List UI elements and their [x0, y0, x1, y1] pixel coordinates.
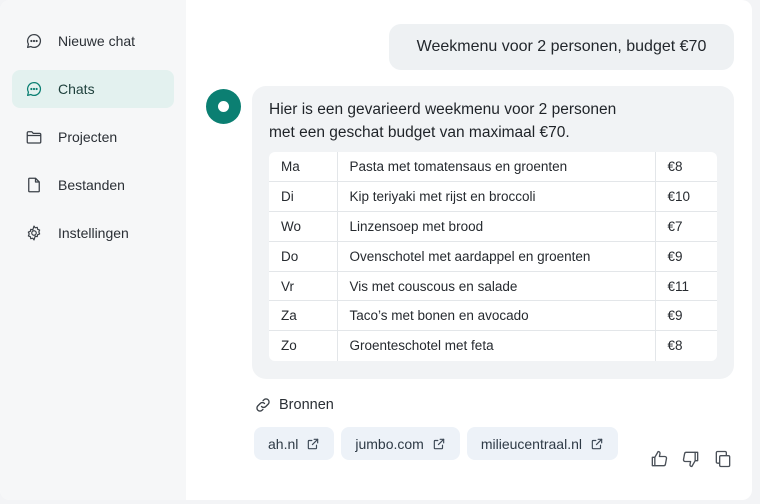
weekmenu-table: Ma Pasta met tomatensaus en groenten €8 … — [269, 152, 717, 361]
avatar-dot — [218, 101, 229, 112]
source-link-ah[interactable]: ah.nl — [254, 427, 335, 460]
gear-icon — [27, 225, 41, 241]
source-link-label: milieucentraal.nl — [480, 435, 582, 452]
meal-cell: Taco’s met bonen en avocado — [337, 300, 656, 332]
sidebar-item-chats[interactable]: Chats — [12, 70, 174, 108]
price-cell: €10 — [655, 181, 717, 213]
sources-title: Bronnen — [279, 397, 334, 413]
day-cell: Zo — [269, 330, 338, 361]
table-row: Wo Linzensoep met brood €7 — [269, 211, 717, 242]
price-cell: €11 — [655, 271, 717, 302]
table-row: Ma Pasta met tomatensaus en groenten €8 — [269, 152, 717, 183]
link-icon — [256, 398, 270, 412]
assistant-intro-line-2: met een geschat budget van maximaal €70. — [269, 124, 570, 141]
source-link-label: jumbo.com — [355, 435, 424, 452]
meal-cell: Linzensoep met brood — [337, 211, 656, 242]
price-cell: €7 — [655, 211, 717, 242]
day-cell: Di — [269, 181, 338, 213]
table-row: Vr Vis met couscous en salade €11 — [269, 271, 717, 302]
price-cell: €9 — [655, 300, 717, 332]
sidebar: Nieuwe chat Chats Projecten Bestanden In… — [0, 0, 186, 500]
sidebar-item-files[interactable]: Bestanden — [12, 166, 174, 204]
day-cell: Za — [269, 300, 338, 332]
user-message-text: Weekmenu voor 2 personen, budget €70 — [416, 38, 707, 55]
table-row: Di Kip teriyaki met rijst en broccoli €1… — [269, 181, 717, 213]
source-link-label: ah.nl — [268, 435, 299, 452]
chat-area: Weekmenu voor 2 personen, budget €70 Hie… — [186, 0, 752, 500]
table-row: Zo Groenteschotel met feta €8 — [269, 330, 717, 361]
day-cell: Do — [269, 241, 338, 272]
external-link-icon — [591, 438, 603, 449]
sidebar-item-label: Instellingen — [58, 225, 129, 241]
assistant-intro: Hier is een gevarieerd weekmenu voor 2 p… — [269, 98, 709, 144]
app-window: Nieuwe chat Chats Projecten Bestanden In… — [0, 0, 752, 500]
assistant-intro-line-1: Hier is een gevarieerd weekmenu voor 2 p… — [269, 101, 617, 118]
meal-cell: Ovenschotel met aardappel en groenten — [337, 241, 656, 272]
price-cell: €9 — [655, 241, 717, 272]
day-cell: Ma — [269, 152, 338, 183]
table-row: Do Ovenschotel met aardappel en groenten… — [269, 241, 717, 272]
thumbs-down-icon[interactable] — [681, 449, 701, 469]
user-message: Weekmenu voor 2 personen, budget €70 — [389, 24, 734, 70]
sidebar-item-label: Bestanden — [58, 177, 125, 193]
chat-bubble-icon — [26, 33, 42, 49]
meal-cell: Kip teriyaki met rijst en broccoli — [337, 181, 656, 213]
day-cell: Wo — [269, 211, 338, 242]
meal-cell: Pasta met tomatensaus en groenten — [337, 152, 656, 183]
source-link-milieucentraal[interactable]: milieucentraal.nl — [466, 427, 618, 460]
sources-header: Bronnen — [254, 396, 334, 414]
assistant-message: Hier is een gevarieerd weekmenu voor 2 p… — [252, 86, 734, 379]
table-row: Za Taco’s met bonen en avocado €9 — [269, 300, 717, 332]
thumbs-up-icon[interactable] — [649, 449, 669, 469]
sidebar-item-settings[interactable]: Instellingen — [12, 214, 174, 252]
message-actions — [649, 449, 733, 469]
source-links: ah.nl jumbo.com milieucentraal.nl — [254, 427, 618, 460]
meal-cell: Groenteschotel met feta — [337, 330, 656, 361]
chat-bubble-icon — [26, 81, 42, 97]
price-cell: €8 — [667, 338, 683, 354]
sidebar-item-label: Nieuwe chat — [58, 33, 136, 49]
external-link-icon — [433, 438, 445, 449]
meal-cell: Vis met couscous en salade — [337, 271, 656, 302]
file-icon — [28, 177, 40, 193]
assistant-avatar — [206, 89, 241, 124]
external-link-icon — [308, 438, 319, 449]
sidebar-item-label: Projecten — [58, 129, 118, 145]
sidebar-item-label: Chats — [58, 81, 95, 97]
source-link-jumbo[interactable]: jumbo.com — [341, 427, 460, 460]
sidebar-item-new-chat[interactable]: Nieuwe chat — [12, 22, 174, 60]
price-cell: €8 — [655, 152, 717, 183]
folder-icon — [26, 131, 42, 144]
copy-icon[interactable] — [713, 449, 733, 469]
sidebar-item-projects[interactable]: Projecten — [12, 118, 174, 156]
day-cell: Vr — [269, 271, 338, 302]
